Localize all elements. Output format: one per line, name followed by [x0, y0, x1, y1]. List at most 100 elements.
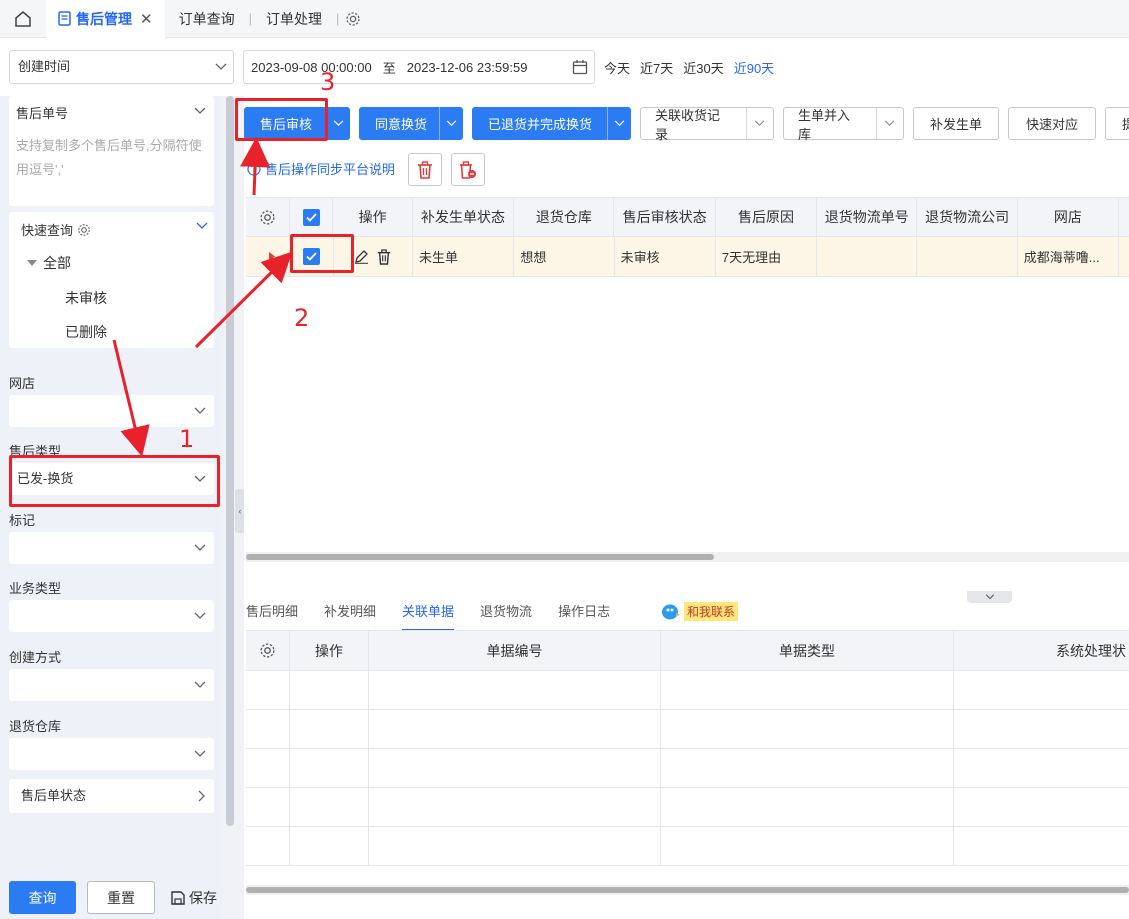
tab-order-query[interactable]: 订单查询: [165, 0, 249, 38]
tab-detail[interactable]: 售后明细: [246, 601, 298, 631]
col-header[interactable]: 退货物流公司: [917, 198, 1018, 236]
col-header[interactable]: 系统处理状: [954, 631, 1129, 670]
after-sales-type-select[interactable]: 已发-换货: [9, 463, 214, 495]
scrollbar-thumb[interactable]: [246, 554, 714, 560]
table-horizontal-scrollbar[interactable]: [246, 552, 1129, 562]
contact-me-button[interactable]: 和我联系: [661, 602, 739, 621]
tab-reissue-detail[interactable]: 补发明细: [324, 601, 376, 631]
chevron-down-icon[interactable]: [607, 107, 631, 140]
chevron-down-icon: [194, 395, 206, 427]
trash-icon[interactable]: [377, 248, 391, 265]
chevron-down-icon: [194, 600, 206, 632]
chevron-down-icon: [194, 738, 206, 770]
home-icon[interactable]: [0, 0, 46, 38]
range-separator: 至: [382, 60, 396, 76]
row-expand-icon[interactable]: [246, 237, 290, 276]
row-checkbox[interactable]: [290, 237, 334, 276]
chevron-down-icon[interactable]: [745, 108, 773, 139]
cell-overflow: [1119, 237, 1129, 276]
col-header[interactable]: 单据编号: [369, 631, 661, 670]
agree-exchange-button[interactable]: 同意换货: [359, 107, 463, 140]
gen-stock-label: 生单并入库: [798, 107, 851, 142]
quick-query-label: 快速查询: [21, 223, 74, 238]
gear-icon[interactable]: [345, 11, 361, 27]
more-button[interactable]: 提: [1105, 107, 1129, 140]
link-receipt-label: 关联收货记录: [655, 107, 721, 142]
annotation-number-1: 1: [179, 425, 195, 453]
close-icon[interactable]: ✕: [140, 10, 153, 28]
col-header[interactable]: 网店: [1018, 198, 1120, 236]
biz-type-select[interactable]: [9, 600, 214, 632]
caret-down-icon: [27, 259, 37, 267]
mark-label: 标记: [9, 513, 36, 528]
save-button[interactable]: 保存: [170, 881, 217, 914]
shop-select[interactable]: [9, 395, 214, 427]
sidebar-scrollbar[interactable]: [226, 96, 234, 826]
select-all-checkbox[interactable]: [290, 198, 334, 236]
quick-date-7d[interactable]: 近7天: [640, 58, 673, 77]
start-date: 2023-09-08 00:00:00: [251, 59, 372, 75]
scrollbar-thumb[interactable]: [246, 887, 1129, 893]
col-header[interactable]: 操作: [290, 631, 369, 670]
lower-table-scrollbar[interactable]: [246, 885, 1129, 895]
col-header[interactable]: 补发生单状态: [413, 198, 515, 236]
status-group[interactable]: 售后单状态: [9, 779, 214, 813]
tab-related-docs[interactable]: 关联单据: [402, 601, 455, 631]
tab-return-logistics[interactable]: 退货物流: [480, 601, 532, 631]
tree-item-deleted[interactable]: 已删除: [65, 322, 107, 342]
tab-order-process[interactable]: 订单处理: [252, 0, 336, 38]
audit-button[interactable]: 售后审核: [244, 107, 350, 140]
chevron-down-icon[interactable]: [439, 107, 463, 140]
gear-icon[interactable]: [77, 223, 91, 237]
returned-complete-button[interactable]: 已退货并完成换货: [472, 107, 631, 140]
mark-select[interactable]: [9, 532, 214, 564]
column-settings[interactable]: [246, 198, 290, 236]
create-mode-select[interactable]: [9, 669, 214, 701]
table-row[interactable]: 未生单 想想 未审核 7天无理由 成都海蒂噜...: [246, 237, 1129, 277]
delete-clear-button[interactable]: [451, 153, 485, 186]
reset-button[interactable]: 重置: [87, 881, 155, 914]
query-button[interactable]: 查询: [9, 881, 76, 914]
save-icon: [170, 890, 186, 906]
quick-date-30d[interactable]: 近30天: [683, 58, 723, 77]
chevron-down-icon[interactable]: [196, 222, 208, 230]
chevron-down-icon: [215, 51, 227, 83]
cell-warehouse: 想想: [514, 237, 615, 276]
express-match-button[interactable]: 快速对应: [1008, 107, 1096, 140]
reissue-button[interactable]: 补发生单: [913, 107, 999, 140]
top-tab-bar: 售后管理 ✕ 订单查询 | 订单处理 |: [0, 0, 1129, 38]
edit-icon[interactable]: [354, 249, 369, 264]
returned-complete-label: 已退货并完成换货: [488, 117, 593, 132]
col-header[interactable]: 操作: [333, 198, 413, 236]
tab-after-sales[interactable]: 售后管理 ✕: [46, 0, 165, 38]
gen-stock-button[interactable]: 生单并入库: [783, 107, 904, 142]
col-header[interactable]: 售后原因: [716, 198, 818, 236]
chevron-down-icon[interactable]: [875, 108, 903, 139]
date-range-picker[interactable]: 2023-09-08 00:00:00 至 2023-12-06 23:59:5…: [243, 50, 595, 84]
delete-button[interactable]: [408, 153, 442, 186]
tree-node-all[interactable]: 全部: [27, 253, 71, 273]
column-settings[interactable]: [246, 631, 290, 670]
link-receipt-button[interactable]: 关联收货记录: [640, 107, 774, 142]
agree-exchange-label: 同意换货: [375, 117, 428, 132]
after-sales-table: 操作 补发生单状态 退货仓库 售后审核状态 售后原因 退货物流单号 退货物流公司…: [246, 197, 1129, 277]
quick-query-title: 快速查询: [21, 220, 91, 239]
col-header[interactable]: 单据类型: [661, 631, 954, 670]
col-header[interactable]: 售后审核状态: [614, 198, 716, 236]
quick-date-90d[interactable]: 近90天: [734, 58, 774, 77]
trash-clear-icon: [459, 160, 477, 179]
chevron-down-icon[interactable]: [194, 104, 206, 118]
col-header[interactable]: 退货物流单号: [817, 198, 918, 236]
warehouse-select[interactable]: [9, 738, 214, 770]
quick-date-today[interactable]: 今天: [604, 58, 630, 77]
table-row: [246, 749, 1129, 788]
col-header[interactable]: 退货仓库: [514, 198, 615, 236]
tab-operation-log[interactable]: 操作日志: [558, 601, 610, 631]
order-no-box[interactable]: 售后单号 支持复制多个售后单号,分隔符使用逗号',': [9, 96, 214, 206]
chevron-down-icon[interactable]: [326, 107, 350, 140]
sync-help-link[interactable]: 售后操作同步平台说明: [247, 159, 395, 178]
cell-shop: 成都海蒂噜...: [1018, 237, 1120, 276]
panel-splitter[interactable]: [967, 591, 1012, 603]
date-field-select[interactable]: 创建时间: [9, 50, 234, 84]
tree-item-unaudited[interactable]: 未审核: [65, 288, 107, 308]
